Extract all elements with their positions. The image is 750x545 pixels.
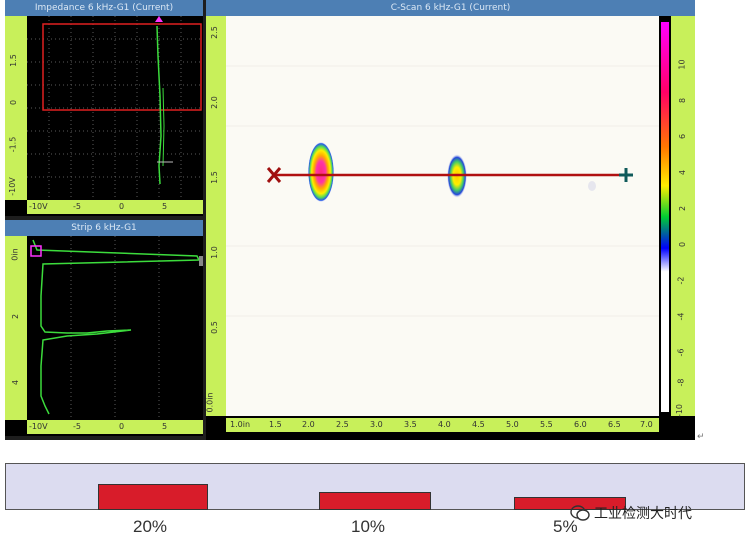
strip-y-tick: 2	[11, 313, 21, 320]
cscan-x-tick: 2.0	[302, 420, 315, 429]
cscan-y-tick: 2.5	[209, 26, 219, 39]
strip-scroll-marker[interactable]	[199, 256, 203, 266]
watermark-text: 工业检测大时代	[594, 506, 692, 522]
cscan-x-tick: 6.5	[608, 420, 621, 429]
color-scale[interactable]	[659, 16, 671, 416]
strip-y-tick: 0in	[10, 248, 20, 261]
impedance-y-tick: -10V	[7, 177, 17, 196]
chat-bubble-icon	[570, 505, 590, 521]
cscan-x-tick: 1.5	[269, 420, 282, 429]
cscan-image[interactable]	[226, 16, 659, 416]
cscan-x-tick: 5.0	[506, 420, 519, 429]
cscan-x-tick: 6.0	[574, 420, 587, 429]
cscan-y-tick: 2.0	[209, 96, 219, 109]
strip-x-tick: -10V	[29, 422, 48, 431]
ruler-corner	[206, 418, 226, 440]
color-scale-tick: 4	[678, 169, 688, 176]
color-scale-ruler: 10 8 6 4 2 0 -2 -4 -6 -8 -10	[671, 16, 695, 418]
impedance-panel[interactable]: Impedance 6 kHz-G1 (Current) 1.5 0 -1.5 …	[5, 0, 203, 216]
color-scale-tick: -4	[676, 312, 686, 321]
defect-bar-10pct	[319, 492, 431, 510]
impedance-y-tick: -1.5	[8, 136, 18, 153]
color-scale-tick: -10	[675, 403, 685, 418]
color-scale-tick: 10	[677, 59, 687, 70]
strip-x-tick: 0	[119, 422, 125, 431]
cscan-x-ruler: 1.0in 1.5 2.0 2.5 3.0 3.5 4.0 4.5 5.0 5.…	[226, 418, 659, 432]
color-scale-tick: -8	[676, 378, 686, 387]
eddy-current-application: Impedance 6 kHz-G1 (Current) 1.5 0 -1.5 …	[5, 0, 695, 440]
impedance-y-tick: 1.5	[8, 54, 18, 67]
impedance-y-ruler: 1.5 0 -1.5 -10V	[5, 16, 27, 200]
cscan-y-tick: 0.5	[209, 321, 219, 334]
cscan-y-tick: 1.0	[209, 246, 219, 259]
color-scale-tick: 0	[678, 241, 688, 248]
impedance-title: Impedance 6 kHz-G1 (Current)	[5, 0, 203, 16]
defect-bar-20pct	[98, 484, 208, 510]
cscan-y-tick: 1.5	[209, 171, 219, 184]
cscan-y-ruler: 2.5 2.0 1.5 1.0 0.5 0.0in	[206, 16, 226, 416]
impedance-x-tick: 5	[162, 202, 168, 211]
impedance-alarm-box	[42, 23, 202, 111]
strip-panel[interactable]: Strip 6 kHz-G1 0in 2 4 -10V -5 0 5	[5, 220, 203, 436]
strip-plot[interactable]	[27, 236, 203, 420]
impedance-x-tick: 0	[119, 202, 125, 211]
cscan-x-tick: 1.0in	[230, 420, 251, 429]
defect-signal-5pct[interactable]	[588, 181, 596, 191]
watermark: 工业检测大时代	[570, 503, 692, 523]
strip-x-ruler: -10V -5 0 5	[27, 420, 203, 434]
color-scale-tick: -6	[676, 348, 686, 357]
cscan-x-tick: 5.5	[540, 420, 553, 429]
cscan-x-tick: 3.0	[370, 420, 383, 429]
impedance-x-tick: -5	[73, 202, 81, 211]
impedance-y-tick: 0	[9, 99, 19, 106]
strip-x-tick: 5	[162, 422, 168, 431]
cscan-x-tick: 2.5	[336, 420, 349, 429]
impedance-cursor-arrow-icon	[155, 16, 163, 22]
defect-label-10pct: 10%	[351, 517, 386, 536]
defect-signal-20pct[interactable]	[308, 142, 334, 202]
cscan-x-tick: 3.5	[404, 420, 417, 429]
impedance-x-ruler: -10V -5 0 5	[27, 200, 203, 214]
color-scale-tick: 8	[678, 97, 688, 104]
cscan-y-tick: 0.0in	[205, 392, 215, 413]
strip-y-tick: 4	[11, 379, 21, 386]
defect-label-20pct: 20%	[133, 517, 168, 536]
strip-signal-trace	[32, 239, 201, 415]
color-scale-tick: 2	[678, 205, 688, 212]
cscan-x-tick: 7.0	[640, 420, 653, 429]
impedance-x-tick: -10V	[29, 202, 48, 211]
strip-title: Strip 6 kHz-G1	[5, 220, 203, 236]
color-scale-tick: -2	[676, 276, 686, 285]
cscan-title: C-Scan 6 kHz-G1 (Current)	[206, 0, 695, 16]
color-scale-tick: 6	[678, 133, 688, 140]
cscan-x-tick: 4.5	[472, 420, 485, 429]
return-mark: ↵	[697, 432, 705, 442]
cscan-panel[interactable]: C-Scan 6 kHz-G1 (Current) 2.5 2.0 1.5 1.…	[206, 0, 695, 440]
strip-y-ruler: 0in 2 4	[5, 236, 27, 420]
impedance-plot[interactable]	[27, 16, 203, 200]
cscan-x-tick: 4.0	[438, 420, 451, 429]
strip-x-tick: -5	[73, 422, 81, 431]
